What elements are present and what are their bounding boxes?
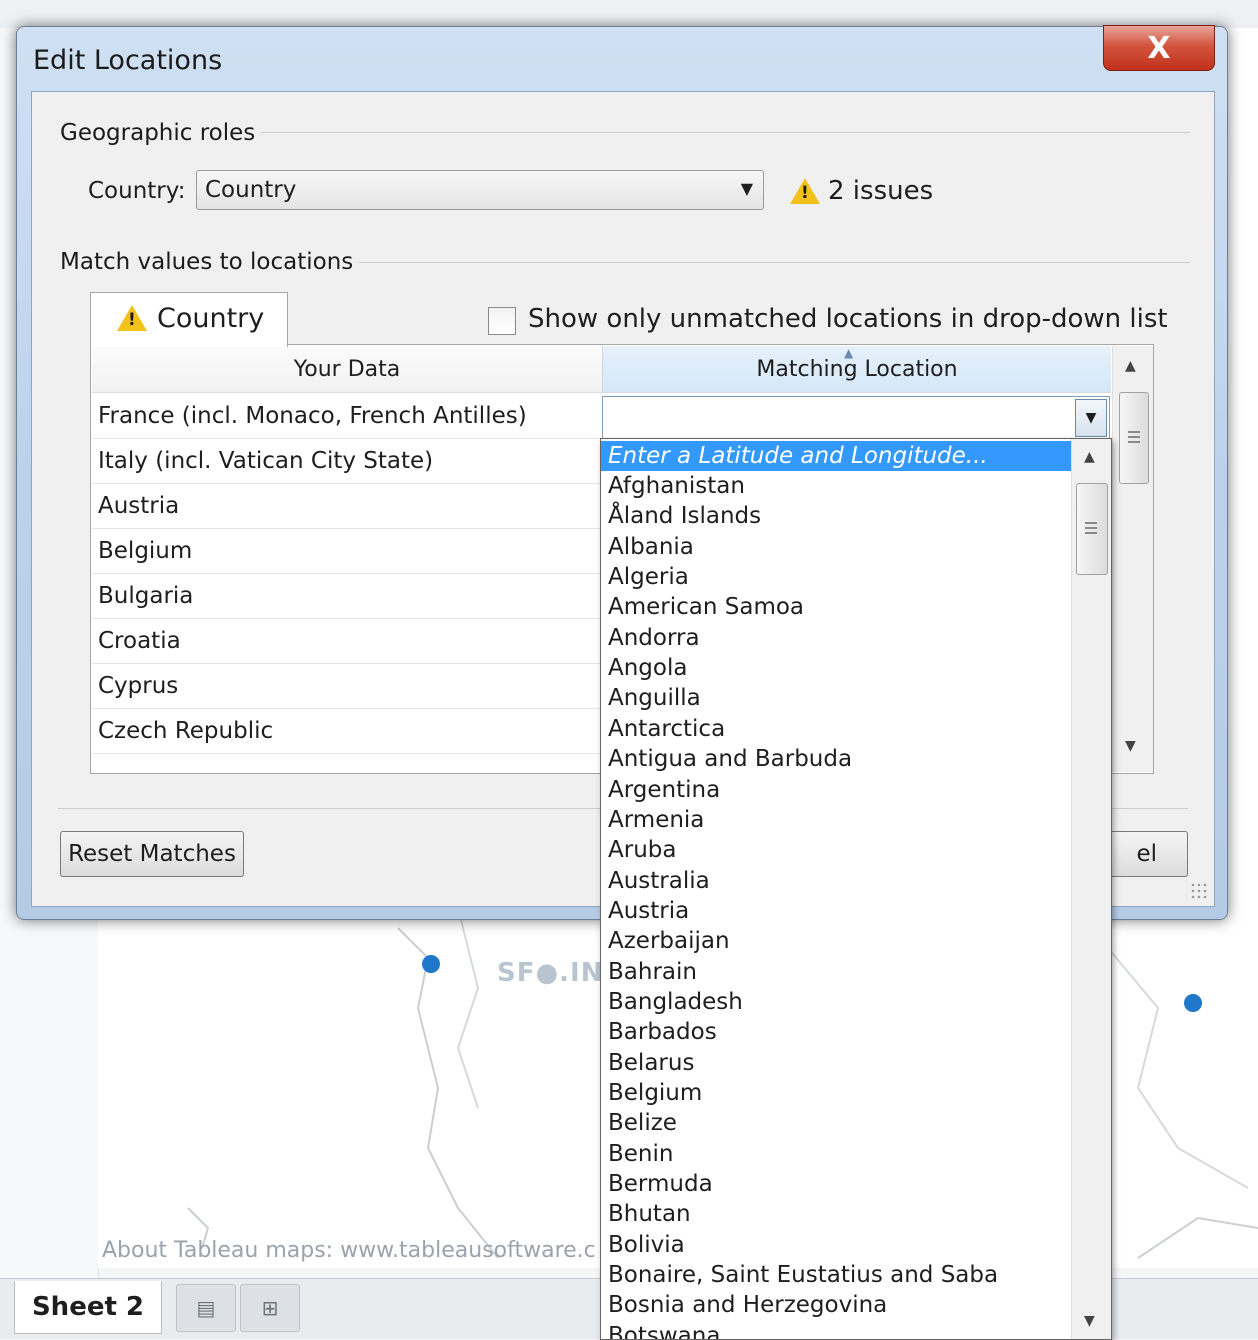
- table-row[interactable]: Bulgaria: [92, 574, 602, 619]
- scroll-thumb[interactable]: [1119, 392, 1149, 484]
- new-worksheet-icon[interactable]: ▤: [176, 1284, 236, 1332]
- geographic-role-value: Country: [205, 177, 297, 203]
- list-item[interactable]: Botswana: [601, 1321, 1071, 1339]
- app-toolbar: [0, 0, 1258, 29]
- table-row[interactable]: Croatia: [92, 619, 602, 664]
- table-row[interactable]: France (incl. Monaco, French Antilles): [92, 394, 602, 439]
- list-item[interactable]: Bonaire, Saint Eustatius and Saba: [601, 1260, 1071, 1290]
- list-item[interactable]: Bermuda: [601, 1169, 1071, 1199]
- warning-icon: [117, 305, 147, 331]
- list-item[interactable]: Bhutan: [601, 1199, 1071, 1229]
- list-item[interactable]: Angola: [601, 653, 1071, 683]
- chevron-down-icon: ▼: [740, 179, 753, 198]
- scroll-up-icon[interactable]: ▲: [1084, 449, 1095, 465]
- grip-icon: [1085, 522, 1097, 534]
- list-item[interactable]: Azerbaijan: [601, 926, 1071, 956]
- list-item[interactable]: Bolivia: [601, 1230, 1071, 1260]
- list-item[interactable]: Armenia: [601, 805, 1071, 835]
- map-attribution[interactable]: About Tableau maps: www.tableausoftware.…: [102, 1238, 596, 1263]
- issues-count: 2 issues: [828, 176, 934, 206]
- sheet-tab-sheet-2[interactable]: Sheet 2: [14, 1281, 162, 1334]
- issues-indicator[interactable]: 2 issues: [790, 176, 933, 206]
- list-item[interactable]: Barbados: [601, 1017, 1071, 1047]
- list-item[interactable]: Algeria: [601, 562, 1071, 592]
- table-row[interactable]: Cyprus: [92, 664, 602, 709]
- list-item[interactable]: Belgium: [601, 1078, 1071, 1108]
- warning-icon: [790, 178, 820, 204]
- list-item[interactable]: Bahrain: [601, 957, 1071, 987]
- show-unmatched-checkbox[interactable]: [488, 307, 516, 335]
- dropdown-scrollbar[interactable]: ▲ ▼: [1071, 439, 1111, 1339]
- chevron-down-icon[interactable]: ▼: [1075, 399, 1107, 437]
- list-item[interactable]: Bosnia and Herzegovina: [601, 1290, 1071, 1320]
- column-header-your-data[interactable]: Your Data: [92, 346, 602, 393]
- list-item[interactable]: Andorra: [601, 623, 1071, 653]
- resize-grip-icon[interactable]: [1190, 882, 1208, 900]
- scroll-up-icon[interactable]: ▲: [1125, 358, 1136, 374]
- country-field-label: Country:: [88, 178, 186, 204]
- list-item[interactable]: Australia: [601, 866, 1071, 896]
- scroll-thumb[interactable]: [1076, 483, 1108, 575]
- close-button[interactable]: X: [1103, 25, 1215, 71]
- reset-matches-button[interactable]: Reset Matches: [60, 831, 244, 877]
- geographic-roles-heading: Geographic roles: [60, 120, 262, 146]
- cancel-button-label: el: [1136, 841, 1157, 867]
- table-row[interactable]: Austria: [92, 484, 602, 529]
- list-item[interactable]: Albania: [601, 532, 1071, 562]
- list-item[interactable]: Åland Islands: [601, 501, 1071, 531]
- list-item[interactable]: Antarctica: [601, 714, 1071, 744]
- table-row[interactable]: Italy (incl. Vatican City State): [92, 439, 602, 484]
- grip-icon: [1128, 431, 1140, 443]
- table-row[interactable]: Czech Republic: [92, 709, 602, 754]
- scroll-down-icon[interactable]: ▼: [1084, 1313, 1095, 1329]
- table-scrollbar[interactable]: ▲ ▼: [1112, 346, 1153, 772]
- table-row[interactable]: Belgium: [92, 529, 602, 574]
- map-watermark: SF●.IN: [497, 958, 604, 988]
- list-item[interactable]: Benin: [601, 1139, 1071, 1169]
- scroll-down-icon[interactable]: ▼: [1125, 738, 1136, 754]
- new-dashboard-icon[interactable]: ⊞: [240, 1284, 300, 1332]
- match-values-heading: Match values to locations: [60, 249, 360, 275]
- sort-ascending-icon: ▲: [844, 346, 854, 360]
- list-item[interactable]: Antigua and Barbuda: [601, 744, 1071, 774]
- tab-country[interactable]: Country: [90, 292, 288, 347]
- matching-location-combo[interactable]: ▼: [602, 396, 1110, 440]
- list-item[interactable]: Afghanistan: [601, 471, 1071, 501]
- map-point-greece[interactable]: [1184, 994, 1202, 1012]
- tab-country-label: Country: [157, 303, 265, 334]
- show-unmatched-label[interactable]: Show only unmatched locations in drop-do…: [528, 304, 1168, 334]
- list-item[interactable]: Argentina: [601, 775, 1071, 805]
- dialog-title: Edit Locations: [33, 45, 223, 76]
- geographic-role-select[interactable]: Country ▼: [196, 170, 764, 210]
- list-item[interactable]: Anguilla: [601, 683, 1071, 713]
- list-item[interactable]: American Samoa: [601, 592, 1071, 622]
- list-item[interactable]: Belarus: [601, 1048, 1071, 1078]
- list-item[interactable]: Austria: [601, 896, 1071, 926]
- list-item[interactable]: Bangladesh: [601, 987, 1071, 1017]
- list-item-lat-long[interactable]: Enter a Latitude and Longitude...: [601, 441, 1071, 471]
- map-point-portugal[interactable]: [422, 955, 440, 973]
- list-item[interactable]: Aruba: [601, 835, 1071, 865]
- list-item[interactable]: Belize: [601, 1108, 1071, 1138]
- matching-location-dropdown[interactable]: Enter a Latitude and Longitude... Afghan…: [600, 438, 1112, 1340]
- column-header-matching-location[interactable]: Matching Location: [602, 346, 1111, 393]
